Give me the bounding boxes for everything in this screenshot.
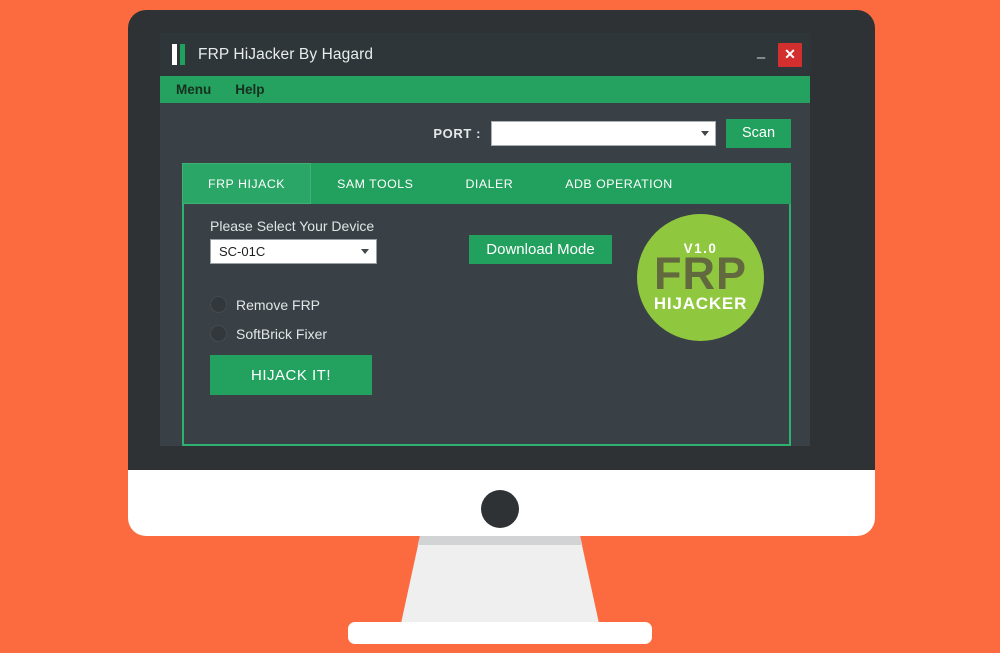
- port-select[interactable]: [491, 120, 716, 146]
- port-label: PORT :: [433, 125, 481, 141]
- app-window: FRP HiJacker By Hagard – ✕ Menu Help POR…: [160, 33, 810, 446]
- app-logo-icon: [172, 44, 188, 65]
- menu-bar: Menu Help: [160, 76, 810, 103]
- monitor-power-button[interactable]: [481, 490, 519, 528]
- title-bar[interactable]: FRP HiJacker By Hagard – ✕: [160, 33, 810, 76]
- menu-item-help[interactable]: Help: [235, 82, 264, 97]
- chevron-down-icon: [361, 249, 369, 254]
- tab-sam-tools[interactable]: SAM TOOLS: [311, 163, 439, 204]
- device-select[interactable]: SC-01C: [210, 239, 377, 264]
- window-controls: – ✕: [750, 33, 802, 76]
- monitor-base: [348, 622, 652, 644]
- frp-hijacker-logo: V1.0 FRP HIJACKER: [637, 214, 764, 341]
- frp-hijack-panel: Please Select Your Device SC-01C Downloa…: [182, 204, 791, 446]
- app-title: FRP HiJacker By Hagard: [198, 45, 374, 63]
- radio-button-icon: [210, 325, 227, 342]
- logo-main-text: FRP: [654, 248, 747, 299]
- radio-softbrick-fixer-label: SoftBrick Fixer: [236, 325, 328, 342]
- radio-softbrick-fixer[interactable]: SoftBrick Fixer: [210, 325, 327, 342]
- tab-strip: FRP HIJACK SAM TOOLS DIALER ADB OPERATIO…: [182, 163, 791, 204]
- tab-adb-operation[interactable]: ADB OPERATION: [539, 163, 698, 204]
- download-mode-button[interactable]: Download Mode: [469, 235, 612, 264]
- tab-dialer[interactable]: DIALER: [439, 163, 539, 204]
- device-select-value: SC-01C: [219, 244, 266, 259]
- close-button[interactable]: ✕: [778, 42, 802, 67]
- radio-remove-frp-label: Remove FRP: [236, 296, 321, 313]
- device-select-label: Please Select Your Device: [210, 218, 375, 234]
- minimize-button[interactable]: –: [750, 44, 772, 66]
- hijack-it-button[interactable]: HIJACK IT!: [210, 355, 372, 395]
- radio-remove-frp[interactable]: Remove FRP: [210, 296, 320, 313]
- monitor-stand-top-edge: [417, 536, 583, 545]
- chevron-down-icon: [701, 130, 709, 136]
- monitor-stand: [400, 536, 600, 628]
- radio-button-icon: [210, 296, 227, 313]
- logo-sub-text: HIJACKER: [653, 294, 748, 313]
- port-row: PORT : Scan: [160, 103, 810, 163]
- scan-button[interactable]: Scan: [726, 118, 791, 148]
- tab-frp-hijack[interactable]: FRP HIJACK: [182, 163, 312, 204]
- menu-item-menu[interactable]: Menu: [176, 82, 211, 97]
